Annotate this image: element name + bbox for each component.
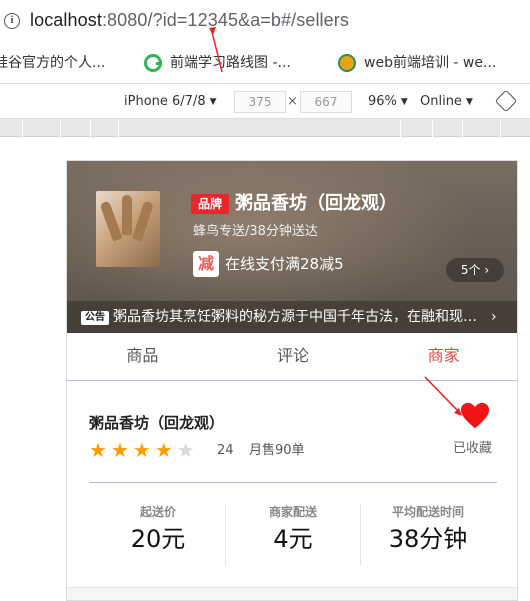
stat-label: 商家配送 xyxy=(268,505,317,519)
favorite-status-text[interactable]: 已收藏 xyxy=(453,439,492,459)
device-select[interactable]: iPhone 6/7/8 ▼ xyxy=(124,93,217,111)
stat-label: 起送价 xyxy=(139,505,176,519)
tab-bar: 商品 评论 商家 xyxy=(67,333,517,381)
caret-down-icon: ▼ xyxy=(209,97,217,107)
brand-badge: 品牌 xyxy=(191,194,229,214)
g-logo-icon xyxy=(144,54,162,72)
bookmark-label: 硅谷官方的个人... xyxy=(0,55,106,71)
tab-goods[interactable]: 商品 xyxy=(67,333,218,380)
media-query-ruler[interactable] xyxy=(0,119,530,137)
u-logo-icon xyxy=(338,54,356,72)
url-text[interactable]: localhost:8080/?id=12345&a=b#/sellers xyxy=(30,9,349,31)
discount-text: 在线支付满28减5 xyxy=(225,255,344,273)
bookmark-label: web前端培训 - we... xyxy=(364,55,497,71)
stat-label: 平均配送时间 xyxy=(391,505,464,519)
delivery-stats: 起送价 20元 商家配送 4元 平均配送时间 38分钟 xyxy=(91,504,495,566)
star-rating: ★ ★ ★ ★ ★ xyxy=(89,439,199,461)
url-host: localhost xyxy=(30,10,102,30)
supports-count-button[interactable]: 5个 › xyxy=(446,258,504,282)
discount-icon: 减 xyxy=(193,251,219,277)
rotate-icon[interactable] xyxy=(494,89,518,113)
section-separator xyxy=(67,587,517,600)
info-icon[interactable]: i xyxy=(4,13,20,29)
stat-delivery-time: 平均配送时间 38分钟 xyxy=(361,504,495,566)
star-empty-icon: ★ xyxy=(176,438,195,462)
stat-min-price: 起送价 20元 xyxy=(91,504,226,566)
shop-avatar xyxy=(96,191,160,267)
star-full-icon: ★ xyxy=(110,438,129,462)
bookmark-item[interactable]: web前端培训 - we... xyxy=(338,53,496,73)
stat-value: 38分钟 xyxy=(388,525,468,553)
bulletin-badge: 公告 xyxy=(81,311,109,325)
network-label: Online xyxy=(420,94,462,109)
stat-value: 4元 xyxy=(273,525,313,553)
favorite-heart-icon[interactable] xyxy=(460,401,490,431)
device-label: iPhone 6/7/8 xyxy=(124,94,206,109)
stat-value: 20元 xyxy=(130,525,186,553)
seller-name: 粥品香坊（回龙观） xyxy=(89,414,225,432)
device-toolbar: iPhone 6/7/8 ▼ 375 × 667 96% ▼ Online ▼ xyxy=(0,85,530,119)
network-select[interactable]: Online ▼ xyxy=(420,93,473,111)
zoom-label: 96% xyxy=(368,94,397,109)
width-input[interactable]: 375 xyxy=(234,91,286,113)
tab-seller[interactable]: 商家 xyxy=(368,333,517,380)
bookmarks-bar: 硅谷官方的个人... 前端学习路线图 -... web前端培训 - we... xyxy=(0,42,530,84)
star-full-icon: ★ xyxy=(132,438,151,462)
bulletin-text: 粥品香坊其烹饪粥料的秘方源于中国千年古法，在融和现代制作工艺 xyxy=(113,309,478,325)
caret-down-icon: ▼ xyxy=(400,97,408,107)
sell-count: 月售90单 xyxy=(249,443,305,458)
height-input[interactable]: 667 xyxy=(300,91,352,113)
caret-down-icon: ▼ xyxy=(465,97,473,107)
chevron-right-icon: › xyxy=(491,309,497,325)
phone-screen: 品牌 粥品香坊（回龙观） 蜂鸟专送/38分钟送达 减 在线支付满28减5 5个 … xyxy=(66,160,518,601)
star-full-icon: ★ xyxy=(154,438,173,462)
shop-header: 品牌 粥品香坊（回龙观） 蜂鸟专送/38分钟送达 减 在线支付满28减5 5个 … xyxy=(67,161,517,333)
url-path: :8080/?id=12345&a=b#/sellers xyxy=(101,10,349,30)
tab-ratings[interactable]: 评论 xyxy=(218,333,369,380)
bookmark-item[interactable]: 硅谷官方的个人... xyxy=(0,53,105,73)
star-full-icon: ★ xyxy=(89,438,107,462)
rating-count: 24 xyxy=(217,443,234,458)
bookmark-item[interactable]: 前端学习路线图 -... xyxy=(144,53,291,73)
bulletin-bar[interactable]: 公告 粥品香坊其烹饪粥料的秘方源于中国千年古法，在融和现代制作工艺 › xyxy=(67,301,517,333)
zoom-select[interactable]: 96% ▼ xyxy=(368,93,408,111)
divider xyxy=(89,482,497,483)
address-bar[interactable]: i localhost:8080/?id=12345&a=b#/sellers xyxy=(0,0,530,42)
stat-delivery-fee: 商家配送 4元 xyxy=(226,504,361,566)
delivery-description: 蜂鸟专送/38分钟送达 xyxy=(193,224,318,239)
shop-title: 粥品香坊（回龙观） xyxy=(235,193,397,214)
dimension-separator: × xyxy=(287,94,298,109)
bookmark-label: 前端学习路线图 -... xyxy=(170,55,291,71)
